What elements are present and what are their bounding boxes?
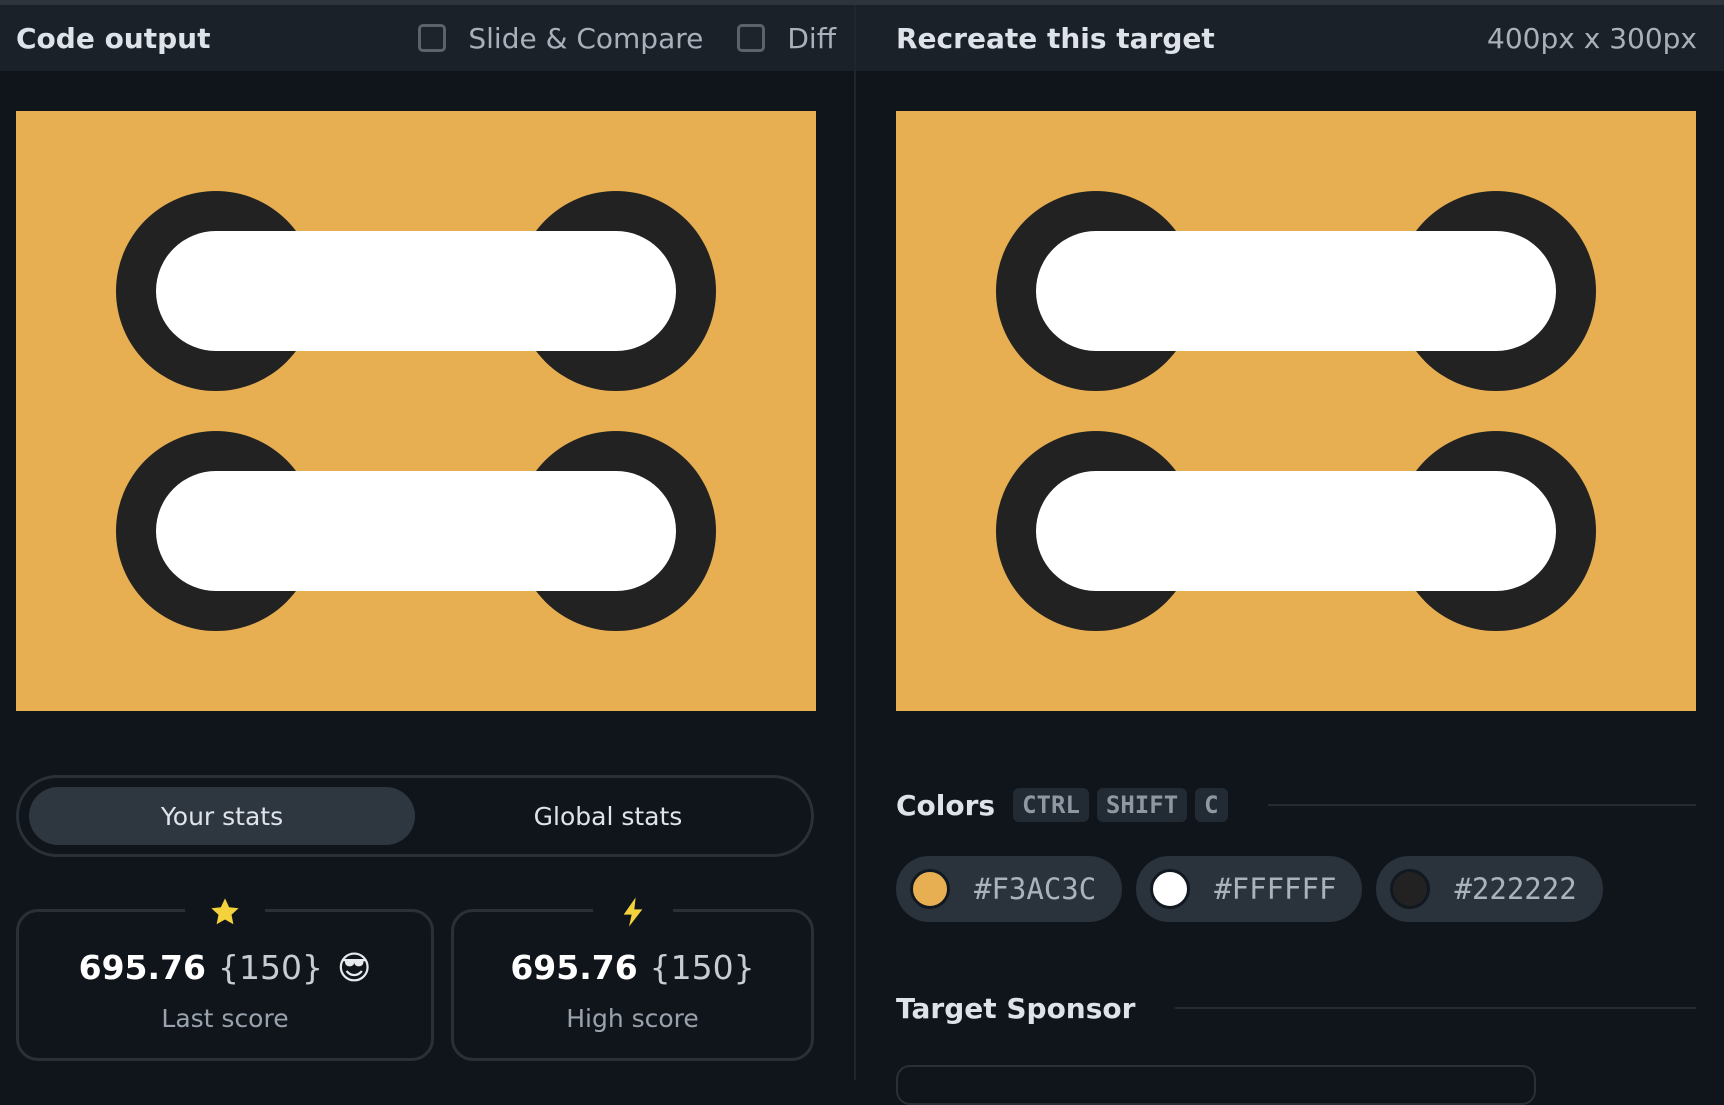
color-dot-orange	[910, 869, 950, 909]
last-score-count: {150}	[217, 948, 323, 987]
target-title: Recreate this target	[896, 21, 1215, 55]
colors-divider	[1267, 804, 1696, 806]
sunglasses-emoji-icon: 😎	[336, 948, 372, 987]
sponsor-title: Target Sponsor	[896, 991, 1136, 1025]
shortcut-key-c: C	[1195, 788, 1228, 822]
pill-bottom	[156, 471, 676, 591]
shortcut-key-shift: SHIFT	[1096, 788, 1188, 822]
sponsor-header: Target Sponsor	[896, 988, 1696, 1028]
your-stats-tab[interactable]: Your stats	[29, 787, 415, 845]
colors-header: Colors CTRL SHIFT C	[896, 785, 1696, 825]
star-icon	[185, 896, 265, 933]
lightning-icon	[592, 896, 673, 933]
diff-checkbox[interactable]	[737, 24, 766, 52]
stats-toggle: Your stats Global stats	[16, 775, 814, 857]
color-swatches: #F3AC3C #FFFFFF #222222	[896, 856, 1617, 922]
slide-compare-label[interactable]: Slide & Compare	[468, 22, 703, 55]
high-score-row: 695.76 {150}	[454, 948, 811, 987]
target-size-label: 400px x 300px	[1487, 21, 1697, 55]
high-score-card: 695.76 {150} High score	[451, 896, 814, 1061]
high-score-count: {150}	[649, 948, 755, 987]
color-hex-dark: #222222	[1454, 872, 1577, 906]
pill-top	[156, 231, 676, 351]
shortcut-key-ctrl: CTRL	[1013, 788, 1089, 822]
global-stats-tab[interactable]: Global stats	[415, 787, 801, 845]
last-score-row: 695.76 {150} 😎	[19, 948, 431, 987]
code-output-title: Code output	[16, 21, 211, 55]
color-swatch-dark[interactable]: #222222	[1376, 856, 1603, 922]
pill-bottom	[1036, 471, 1556, 591]
colors-title: Colors	[896, 788, 996, 822]
high-score-label: High score	[566, 1004, 699, 1033]
target-header: Recreate this target 400px x 300px	[856, 5, 1724, 71]
color-hex-white: #FFFFFF	[1214, 872, 1337, 906]
color-dot-white	[1150, 869, 1191, 909]
target-canvas	[896, 111, 1696, 711]
high-score-value: 695.76	[510, 948, 638, 987]
color-hex-orange: #F3AC3C	[974, 872, 1097, 906]
pill-top	[1036, 231, 1556, 351]
slide-compare-checkbox[interactable]	[418, 24, 447, 52]
panel-divider	[854, 5, 856, 1080]
code-output-header: Code output Slide & Compare Diff	[0, 5, 854, 71]
sponsor-divider	[1175, 1007, 1696, 1009]
sponsor-card[interactable]	[896, 1065, 1536, 1105]
last-score-value: 695.76	[78, 948, 206, 987]
color-dot-dark	[1390, 869, 1431, 909]
code-output-canvas[interactable]	[16, 111, 816, 711]
color-swatch-orange[interactable]: #F3AC3C	[896, 856, 1123, 922]
last-score-card: 695.76 {150} 😎 Last score	[16, 896, 434, 1061]
diff-label[interactable]: Diff	[787, 22, 836, 55]
color-swatch-white[interactable]: #FFFFFF	[1136, 856, 1363, 922]
last-score-label: Last score	[161, 1004, 289, 1033]
